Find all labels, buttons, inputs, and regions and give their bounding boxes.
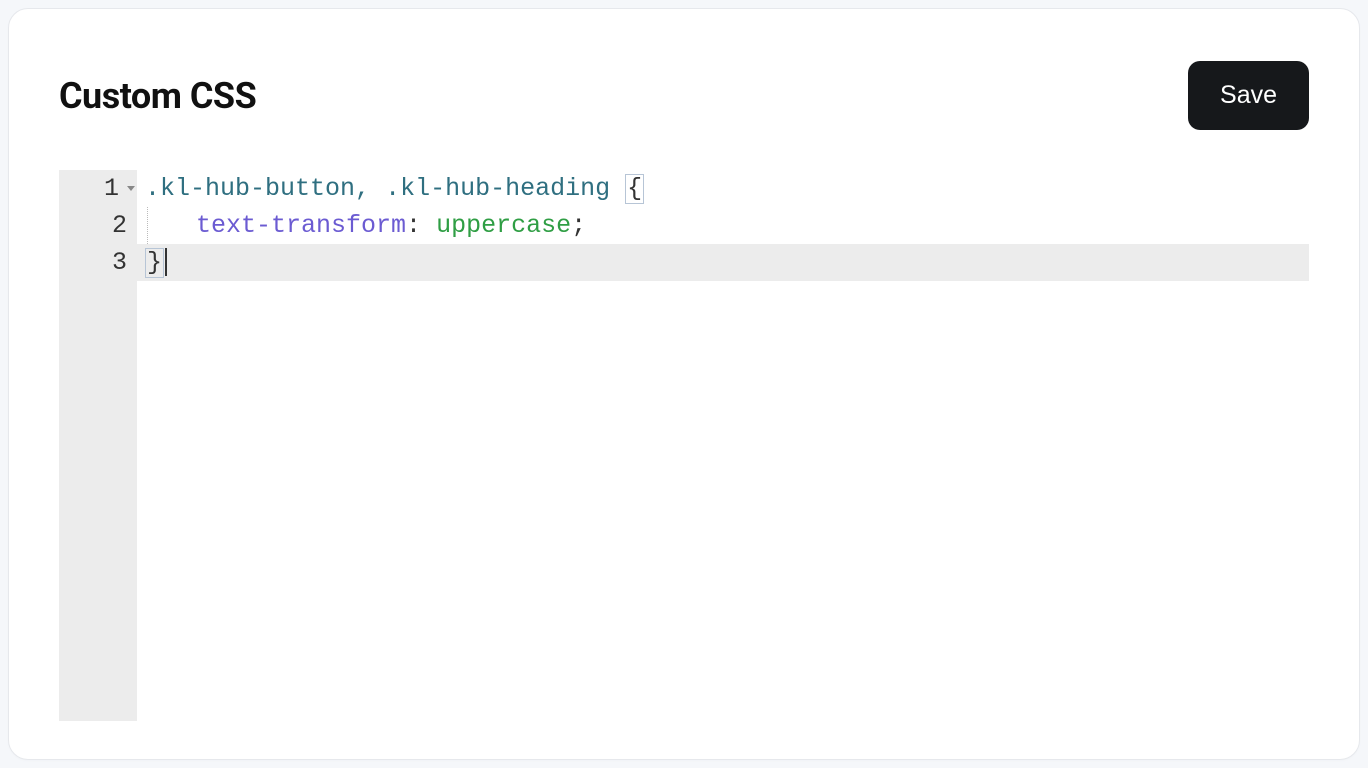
gutter-line-2: 2 xyxy=(59,207,137,244)
indent-guide xyxy=(147,207,148,244)
css-selector: .kl-hub-heading xyxy=(385,174,610,203)
css-comma: , xyxy=(355,174,385,203)
save-button[interactable]: Save xyxy=(1188,61,1309,130)
code-line-2[interactable]: text-transform: uppercase; xyxy=(137,207,1309,244)
code-line-3[interactable]: } xyxy=(137,244,1309,281)
card-title: Custom CSS xyxy=(59,75,256,117)
css-selector: .kl-hub-button xyxy=(145,174,355,203)
css-semicolon: ; xyxy=(571,211,586,240)
gutter-line-1[interactable]: 1 xyxy=(59,170,137,207)
css-colon: : xyxy=(406,211,436,240)
editor-gutter: 1 2 3 xyxy=(59,170,137,721)
card-header: Custom CSS Save xyxy=(59,61,1309,130)
code-line-1[interactable]: .kl-hub-button, .kl-hub-heading { xyxy=(137,170,1309,207)
open-brace: { xyxy=(625,174,644,204)
text-cursor xyxy=(165,248,167,276)
css-property: text-transform xyxy=(196,211,406,240)
editor-code-area[interactable]: .kl-hub-button, .kl-hub-heading { text-t… xyxy=(137,170,1309,721)
code-editor[interactable]: 1 2 3 .kl-hub-button, .kl-hub-heading { … xyxy=(59,170,1309,721)
gutter-line-3: 3 xyxy=(59,244,137,281)
custom-css-card: Custom CSS Save 1 2 3 .kl-hub-button, .k… xyxy=(8,8,1360,760)
css-value: uppercase xyxy=(436,211,571,240)
close-brace: } xyxy=(145,248,164,278)
